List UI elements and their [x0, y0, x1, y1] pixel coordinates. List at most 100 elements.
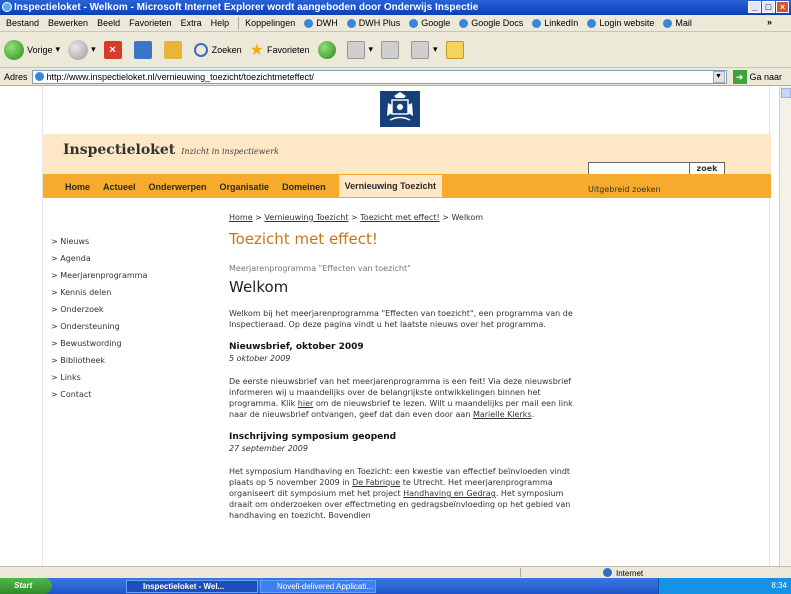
minimize-button[interactable]: _ [748, 1, 761, 13]
stop-button[interactable]: × [103, 40, 126, 59]
contact-person-link[interactable]: Marielle Klerks [473, 410, 532, 419]
sidebar-item-label: Kennis delen [60, 288, 112, 297]
taskbar-item-ie[interactable]: Inspectieloket - Wel... [126, 580, 258, 593]
edit-button[interactable]: ▾ [411, 40, 438, 59]
links-overflow-chevron[interactable]: » [767, 17, 772, 27]
page-heading: Welkom [229, 278, 289, 296]
sidebar-item-agenda[interactable]: > Agenda [51, 254, 147, 271]
window-title-bar: Inspectieloket - Welkom - Microsoft Inte… [0, 0, 791, 15]
intro-paragraph: Welkom bij het meerjarenprogramma "Effec… [229, 309, 573, 329]
breadcrumb-home[interactable]: Home [229, 213, 253, 222]
history-icon [317, 40, 336, 59]
link-google-docs[interactable]: Google Docs [459, 18, 523, 28]
sidebar-item-ondersteuning[interactable]: > Ondersteuning [51, 322, 147, 339]
favorites-button[interactable]: ★ Favorieten [250, 40, 310, 60]
sidebar-item-nieuws[interactable]: > Nieuws [51, 237, 147, 254]
nav-actueel[interactable]: Actueel [103, 182, 136, 197]
brand-tagline: Inzicht in inspectiewerk [181, 147, 279, 156]
favorites-star-icon: ★ [249, 41, 264, 59]
ie-page-icon [532, 18, 542, 28]
menu-bar: Bestand Bewerken Beeld Favorieten Extra … [0, 15, 791, 32]
newsletter-here-link[interactable]: hier [298, 399, 314, 408]
link-google-docs-label: Google Docs [471, 18, 524, 28]
nav-domeinen[interactable]: Domeinen [282, 182, 326, 197]
advanced-search-link[interactable]: Uitgebreid zoeken [588, 185, 661, 194]
refresh-icon [133, 40, 152, 59]
site-logo[interactable]: Inspectieloket Inzicht in inspectiewerk [63, 142, 279, 158]
news1-text-3: . [531, 410, 535, 419]
sidebar-item-meerjarenprogramma[interactable]: > Meerjarenprogramma [51, 271, 147, 288]
folder-button[interactable] [445, 40, 468, 59]
security-zone: Internet [603, 568, 643, 578]
menu-bestand[interactable]: Bestand [6, 18, 39, 28]
menu-favorieten[interactable]: Favorieten [129, 18, 172, 28]
sidebar-item-label: Bibliotheek [60, 356, 106, 365]
nav-vernieuwing-toezicht[interactable]: Vernieuwing Toezicht [338, 175, 442, 197]
window-title: Inspectieloket - Welkom - Microsoft Inte… [14, 2, 479, 13]
mail-icon [346, 40, 365, 59]
back-arrow-icon [4, 39, 24, 60]
nav-onderwerpen[interactable]: Onderwerpen [149, 182, 207, 197]
taskbar-item-novell[interactable]: Novell-delivered Applicati... [260, 580, 376, 593]
news1-title: Nieuwsbrief, oktober 2009 [229, 342, 364, 352]
address-dropdown-button[interactable]: ▼ [712, 70, 725, 83]
ie-logo-icon [2, 2, 12, 12]
main-nav-items: Home Actueel Onderwerpen Organisatie Dom… [65, 175, 455, 197]
breadcrumb-parent[interactable]: Toezicht met effect! [360, 213, 439, 222]
sidebar-item-kennis-delen[interactable]: > Kennis delen [51, 288, 147, 305]
menu-bewerken[interactable]: Bewerken [48, 18, 88, 28]
nav-organisatie[interactable]: Organisatie [220, 182, 270, 197]
word-icon [411, 40, 430, 59]
main-nav: Home Actueel Onderwerpen Organisatie Dom… [43, 174, 771, 198]
link-mail[interactable]: Mail [663, 18, 692, 28]
scroll-up-button[interactable] [781, 88, 791, 98]
refresh-button[interactable] [133, 40, 156, 59]
go-arrow-icon[interactable]: ➜ [732, 69, 747, 84]
project-link[interactable]: Handhaving en Gedrag [403, 489, 496, 498]
start-button[interactable]: Start [0, 578, 52, 594]
page-icon [34, 72, 44, 81]
brand-name: Inspectieloket [63, 142, 176, 158]
go-button[interactable]: Ga naar [750, 72, 783, 82]
link-linkedin[interactable]: LinkedIn [532, 18, 578, 28]
search-button[interactable]: Zoeken [193, 42, 242, 57]
back-button[interactable]: Vorige ▾ [4, 39, 60, 60]
menu-extra[interactable]: Extra [181, 18, 202, 28]
menu-help[interactable]: Help [211, 18, 230, 28]
print-button[interactable] [381, 40, 403, 59]
sidebar-item-links[interactable]: > Links [51, 373, 147, 390]
link-dwh-plus[interactable]: DWH Plus [346, 18, 401, 28]
breadcrumb-section[interactable]: Vernieuwing Toezicht [264, 213, 348, 222]
link-dwh[interactable]: DWH [304, 18, 338, 28]
venue-link[interactable]: De Fabrique [352, 478, 400, 487]
sidebar-item-onderzoek[interactable]: > Onderzoek [51, 305, 147, 322]
link-dwh-plus-label: DWH Plus [358, 18, 401, 28]
sidebar-item-bibliotheek[interactable]: > Bibliotheek [51, 356, 147, 373]
sidebar-item-label: Meerjarenprogramma [60, 271, 148, 280]
close-button[interactable]: × [776, 1, 789, 13]
web-page: Inspectieloket Inzicht in inspectiewerk z… [42, 86, 771, 566]
sidebar-item-bewustwording[interactable]: > Bewustwording [51, 339, 147, 356]
sidebar-item-label: Bewustwording [60, 339, 122, 348]
status-bar: Internet [0, 566, 791, 578]
dropdown-arrow-icon: ▾ [433, 44, 438, 54]
forward-button[interactable]: ▾ [68, 39, 96, 60]
sidebar-item-contact[interactable]: > Contact [51, 390, 147, 407]
link-google[interactable]: Google [409, 18, 450, 28]
nav-home[interactable]: Home [65, 182, 90, 197]
dropdown-arrow-icon: ▾ [91, 44, 96, 54]
rijksoverheid-crest-icon [380, 91, 420, 127]
news2-date: 27 september 2009 [229, 444, 308, 453]
history-button[interactable] [317, 40, 339, 59]
mail-button[interactable]: ▾ [346, 40, 373, 59]
link-login-website[interactable]: Login website [587, 18, 654, 28]
home-button[interactable] [163, 40, 186, 59]
menu-beeld[interactable]: Beeld [97, 18, 120, 28]
system-tray: 8:34 [658, 578, 791, 594]
sidebar-item-label: Contact [60, 390, 92, 399]
maximize-button[interactable]: □ [762, 1, 775, 13]
vertical-scrollbar[interactable] [779, 86, 791, 566]
address-input[interactable]: http://www.inspectieloket.nl/vernieuwing… [31, 69, 727, 84]
search-label: Zoeken [211, 44, 242, 55]
print-icon [381, 40, 400, 59]
